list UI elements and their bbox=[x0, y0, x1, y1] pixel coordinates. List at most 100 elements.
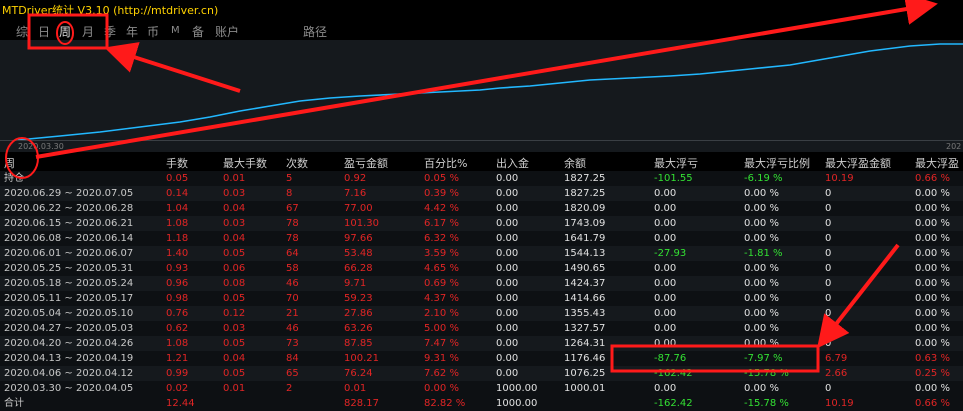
cell-max-float-profit-pct: 0.00 % bbox=[915, 248, 950, 259]
cell-profit: 63.26 bbox=[344, 323, 373, 334]
cell-lots: 1.21 bbox=[166, 353, 189, 364]
table-row[interactable]: 2020.06.01 ~ 2020.06.07 1.40 0.05 64 53.48 3.… bbox=[0, 246, 963, 261]
col-max-drawdown-pct-header[interactable]: 最大浮亏比例 bbox=[740, 155, 821, 171]
cell-max-float-profit-pct: 0.00 % bbox=[915, 293, 950, 304]
cell-max-lots: 0.05 bbox=[223, 248, 246, 259]
cell-deposit: 1000.00 bbox=[496, 383, 538, 394]
cell-max-float-profit: 0 bbox=[825, 218, 832, 229]
cell-balance bbox=[560, 396, 650, 411]
col-max-float-profit-header[interactable]: 最大浮盈金额 bbox=[821, 155, 911, 171]
cell-max-drawdown-pct: 0.00 % bbox=[744, 278, 779, 289]
x-axis-start-label: 2020.03.30 bbox=[18, 142, 64, 151]
cell-deposit: 0.00 bbox=[496, 353, 519, 364]
tab-currency[interactable]: 币 bbox=[147, 23, 159, 40]
col-max-lots-header[interactable]: 最大手数 bbox=[219, 155, 282, 171]
cell-trades: 67 bbox=[286, 203, 299, 214]
table-row[interactable]: 2020.06.22 ~ 2020.06.28 1.04 0.04 67 77.00 4.… bbox=[0, 201, 963, 216]
cell-percent: 4.42 % bbox=[424, 203, 459, 214]
cell-balance: 1000.01 bbox=[564, 383, 606, 394]
cell-lots: 0.98 bbox=[166, 293, 189, 304]
col-max-drawdown-header[interactable]: 最大浮亏 bbox=[650, 155, 740, 171]
table-row[interactable]: 2020.05.25 ~ 2020.05.31 0.93 0.06 58 66.28 4.… bbox=[0, 261, 963, 276]
col-lots-header[interactable]: 手数 bbox=[162, 155, 219, 171]
cell-percent: 0.05 % bbox=[424, 173, 459, 184]
cell-lots: 1.18 bbox=[166, 233, 189, 244]
cell-max-lots: 0.03 bbox=[223, 323, 246, 334]
cell-max-float-profit: 0 bbox=[825, 383, 832, 394]
cell-lots: 0.62 bbox=[166, 323, 189, 334]
tab-summary[interactable]: 综 bbox=[16, 23, 28, 40]
col-max-float-profit-pct-header[interactable]: 最大浮盈 bbox=[911, 155, 963, 171]
cell-week: 2020.06.08 ~ 2020.06.14 bbox=[4, 233, 134, 244]
table-row[interactable]: 2020.06.15 ~ 2020.06.21 1.08 0.03 78 101.30 6… bbox=[0, 216, 963, 231]
table-footer: 合计 12.44 828.17 82.82 % 1000.00 -162.42 -15.78… bbox=[0, 396, 963, 411]
cell-max-drawdown-pct: 0.00 % bbox=[744, 203, 779, 214]
cell-profit: 77.00 bbox=[344, 203, 373, 214]
cell-profit: 101.30 bbox=[344, 218, 379, 229]
tab-month[interactable]: 月 bbox=[82, 23, 94, 40]
x-axis-end-label: 202 bbox=[946, 142, 962, 151]
total-row[interactable]: 合计 12.44 828.17 82.82 % 1000.00 -162.42 -15.78… bbox=[0, 396, 963, 411]
table-row[interactable]: 2020.04.27 ~ 2020.05.03 0.62 0.03 46 63.26 5.… bbox=[0, 321, 963, 336]
summary-row-open-positions[interactable]: 持仓 0.05 0.01 5 0.92 0.05 % 0.00 1827.25 -101.55 -… bbox=[0, 171, 963, 186]
cell-profit: 59.23 bbox=[344, 293, 373, 304]
col-percent-header[interactable]: 百分比% bbox=[420, 155, 492, 171]
cell-trades: 8 bbox=[286, 188, 293, 199]
cell-max-float-profit-pct: 0.00 % bbox=[915, 278, 950, 289]
cell-week: 2020.06.22 ~ 2020.06.28 bbox=[4, 203, 134, 214]
table-row[interactable]: 2020.03.30 ~ 2020.04.05 0.02 0.01 2 0.01 0.00… bbox=[0, 381, 963, 396]
table-row[interactable]: 2020.04.13 ~ 2020.04.19 1.21 0.04 84 100.21 9… bbox=[0, 351, 963, 366]
cell-max-float-profit-pct: 0.00 % bbox=[915, 338, 950, 349]
cell-max-float-profit: 0 bbox=[825, 233, 832, 244]
cell-max-drawdown-pct: 0.00 % bbox=[744, 188, 779, 199]
cell-week: 2020.04.06 ~ 2020.04.12 bbox=[4, 368, 134, 379]
cell-max-float-profit: 0 bbox=[825, 188, 832, 199]
table-row[interactable]: 2020.06.08 ~ 2020.06.14 1.18 0.04 78 97.66 6.… bbox=[0, 231, 963, 246]
tab-magic[interactable]: M bbox=[171, 25, 180, 36]
cell-max-drawdown-pct: 0.00 % bbox=[744, 338, 779, 349]
tab-note[interactable]: 备 bbox=[192, 23, 204, 40]
cell-max-lots: 0.12 bbox=[223, 308, 246, 319]
col-week-header[interactable]: 周 bbox=[0, 155, 162, 171]
cell-balance: 1544.13 bbox=[564, 248, 606, 259]
cell-lots: 0.14 bbox=[166, 188, 189, 199]
cell-balance: 1827.25 bbox=[564, 173, 606, 184]
col-balance-header[interactable]: 余额 bbox=[560, 155, 650, 171]
tab-quarter[interactable]: 季 bbox=[104, 23, 116, 40]
col-profit-header[interactable]: 盈亏金额 bbox=[340, 155, 420, 171]
table-row[interactable]: 2020.05.04 ~ 2020.05.10 0.76 0.12 21 27.86 2.… bbox=[0, 306, 963, 321]
table-row[interactable]: 2020.06.29 ~ 2020.07.05 0.14 0.03 8 7.16 0.39… bbox=[0, 186, 963, 201]
cell-balance: 1641.79 bbox=[564, 233, 606, 244]
cell-max-lots: 0.05 bbox=[223, 293, 246, 304]
table-row[interactable]: 2020.05.11 ~ 2020.05.17 0.98 0.05 70 59.23 4.… bbox=[0, 291, 963, 306]
cell-percent: 5.00 % bbox=[424, 323, 459, 334]
table-row[interactable]: 2020.04.20 ~ 2020.04.26 1.08 0.05 73 87.85 7.… bbox=[0, 336, 963, 351]
cell-max-float-profit: 0 bbox=[825, 338, 832, 349]
tab-year[interactable]: 年 bbox=[126, 23, 138, 40]
cell-max-drawdown-pct: 0.00 % bbox=[744, 383, 779, 394]
cell-lots: 0.02 bbox=[166, 383, 189, 394]
cell-week: 2020.06.01 ~ 2020.06.07 bbox=[4, 248, 134, 259]
tab-week[interactable]: 周 bbox=[59, 23, 71, 40]
col-deposit-header[interactable]: 出入金 bbox=[492, 155, 560, 171]
tab-day[interactable]: 日 bbox=[38, 23, 50, 40]
cell-max-drawdown-pct: 0.00 % bbox=[744, 308, 779, 319]
tab-bar: 综 日 周 月 季 年 币 M 备 账户 路径 bbox=[0, 18, 963, 42]
cell-max-drawdown-pct: 0.00 % bbox=[744, 293, 779, 304]
cell-max-drawdown: 0.00 bbox=[654, 203, 677, 214]
tab-account[interactable]: 账户 bbox=[215, 23, 239, 40]
cell-balance: 1827.25 bbox=[564, 188, 606, 199]
cell-max-float-profit-pct: 0.00 % bbox=[915, 218, 950, 229]
table-row[interactable]: 2020.04.06 ~ 2020.04.12 0.99 0.05 65 76.24 7.… bbox=[0, 366, 963, 381]
cell-deposit: 0.00 bbox=[496, 173, 519, 184]
cell-profit: 0.92 bbox=[344, 173, 367, 184]
cell-trades: 78 bbox=[286, 233, 299, 244]
cell-max-float-profit-pct: 0.63 % bbox=[915, 353, 950, 364]
cell-trades: 46 bbox=[286, 278, 299, 289]
table-row[interactable]: 2020.05.18 ~ 2020.05.24 0.96 0.08 46 9.71 0.6… bbox=[0, 276, 963, 291]
cell-trades: 73 bbox=[286, 338, 299, 349]
cell-percent: 2.10 % bbox=[424, 308, 459, 319]
cell-lots: 12.44 bbox=[166, 398, 195, 409]
tab-path[interactable]: 路径 bbox=[303, 23, 327, 40]
col-trades-header[interactable]: 次数 bbox=[282, 155, 340, 171]
